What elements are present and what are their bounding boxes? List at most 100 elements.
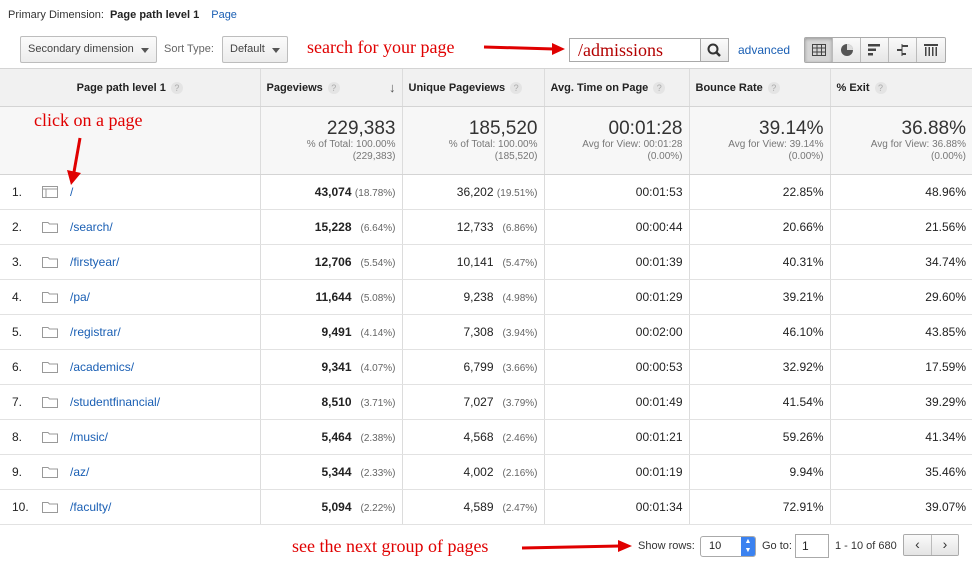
page-icon [42, 186, 58, 198]
table-search-input[interactable]: /admissions [569, 38, 701, 62]
pageviews-cell: 11,644 (5.08%) [259, 279, 402, 315]
avg-time-cell: 00:01:29 [543, 279, 689, 315]
help-icon[interactable]: ? [767, 81, 780, 94]
help-icon[interactable]: ? [874, 81, 887, 94]
pivot-view-button[interactable] [917, 38, 945, 62]
prev-page-button[interactable]: ‹ [904, 535, 931, 555]
avg-time-cell: 00:00:44 [543, 209, 689, 245]
dimension-selected: Page path level 1 [109, 9, 200, 21]
table-row: 8. /music/5,464 (2.38%) 4,568 (2.46%) 00:01:2… [0, 419, 972, 455]
exit-cell: 39.29% [829, 384, 972, 420]
exit-cell: 21.56% [829, 209, 972, 245]
folder-icon [42, 292, 58, 303]
help-icon[interactable]: ? [327, 81, 340, 94]
search-button[interactable] [700, 38, 729, 62]
row-icon[interactable] [42, 221, 58, 236]
row-icon[interactable] [42, 466, 58, 481]
unique-pageviews-cell: 4,002 (2.16%) [401, 454, 544, 490]
goto-page-input[interactable]: 1 [795, 534, 829, 558]
header-avg-time[interactable]: Avg. Time on Page? [543, 68, 689, 107]
row-icon[interactable] [42, 291, 58, 306]
pie-view-button[interactable] [833, 38, 861, 62]
unique-pageviews-cell: 12,733 (6.86%) [401, 209, 544, 245]
page-path-link[interactable]: /az/ [70, 465, 89, 479]
show-rows-select[interactable]: 10 ▲ ▼ [700, 536, 756, 557]
page-path-link[interactable]: /academics/ [70, 360, 134, 374]
sort-type-label: Sort Type: [164, 43, 214, 55]
performance-view-button[interactable] [861, 38, 889, 62]
total-caption: (0.00%) [930, 151, 966, 162]
header-page-path[interactable]: Page path level 1? [0, 68, 260, 107]
next-page-button[interactable]: › [931, 535, 958, 555]
folder-icon [42, 397, 58, 408]
total-value: 39.14% [759, 118, 824, 139]
page-path-link[interactable]: / [70, 185, 73, 199]
row-icon[interactable] [42, 396, 58, 411]
sort-type-dropdown[interactable]: Default [222, 36, 288, 63]
unique-pageviews-percent: (3.79%) [502, 398, 538, 409]
header-bounce-rate[interactable]: Bounce Rate? [688, 68, 830, 107]
page-path-link[interactable]: /pa/ [70, 290, 90, 304]
unique-pageviews-percent: (3.66%) [502, 363, 538, 374]
row-icon[interactable] [42, 256, 58, 271]
header-label: Avg. Time on Page [550, 81, 649, 94]
pageviews-percent: (2.33%) [360, 468, 396, 479]
stepper-icon: ▲ ▼ [741, 537, 755, 556]
bounce-rate-cell: 46.10% [688, 314, 830, 350]
goto-label: Go to: [762, 540, 792, 552]
pageviews-cell: 5,094 (2.22%) [259, 489, 402, 525]
totals-row: 229,383% of Total: 100.00% (229,383) 185,… [0, 106, 972, 175]
pagination: ‹ › [903, 534, 959, 556]
header-pageviews[interactable]: Pageviews? ↓ [259, 68, 402, 107]
page-path-link[interactable]: /music/ [70, 430, 108, 444]
pageviews-percent: (2.38%) [360, 433, 396, 444]
data-table: Page path level 1? Pageviews? ↓ Unique Pa… [0, 68, 972, 525]
primary-dimension-label: Primary Dimension: [8, 9, 104, 21]
header-exit[interactable]: % Exit? [829, 68, 972, 107]
pageviews-value: 5,344 [321, 465, 352, 479]
table-row: 9./az/5,344 (2.33%) 4,002 (2.16%) 00:01:19 9.… [0, 454, 972, 490]
page-path-cell: 8. /music/ [0, 419, 260, 455]
pivot-icon [924, 44, 938, 56]
annotation-click: click on a page [34, 110, 143, 130]
bounce-rate-cell: 59.26% [688, 419, 830, 455]
pageviews-percent: (5.08%) [360, 293, 396, 304]
unique-pageviews-cell: 9,238 (4.98%) [401, 279, 544, 315]
avg-time-cell: 00:00:53 [543, 349, 689, 385]
page-path-link[interactable]: /faculty/ [70, 500, 111, 514]
comparison-view-button[interactable] [889, 38, 917, 62]
avg-time-cell: 00:01:49 [543, 384, 689, 420]
row-icon[interactable] [42, 361, 58, 376]
help-icon[interactable]: ? [170, 81, 183, 94]
exit-cell: 34.74% [829, 244, 972, 280]
table-view-button[interactable] [805, 38, 833, 62]
pageviews-value: 9,341 [321, 360, 352, 374]
pageviews-percent: (18.78%) [354, 188, 396, 199]
page-path-link[interactable]: /search/ [70, 220, 113, 234]
total-caption: (0.00%) [788, 151, 824, 162]
unique-pageviews-cell: 36,202 (19.51%) [401, 174, 544, 210]
dimension-link-page[interactable]: Page [211, 9, 237, 21]
page-path-link[interactable]: /firstyear/ [70, 255, 119, 269]
row-icon[interactable] [42, 431, 58, 446]
table-row: 4. /pa/11,644 (5.08%) 9,238 (4.98%) 00:01:29 3… [0, 279, 972, 315]
page-path-cell: 2. /search/ [0, 209, 260, 245]
secondary-dimension-dropdown[interactable]: Secondary dimension [20, 36, 157, 63]
help-icon[interactable]: ? [653, 81, 666, 94]
advanced-filter-link[interactable]: advanced [738, 43, 790, 57]
folder-icon [42, 222, 58, 233]
bounce-rate-cell: 9.94% [688, 454, 830, 490]
unique-pageviews-value: 6,799 [463, 360, 494, 374]
bounce-rate-cell: 41.54% [688, 384, 830, 420]
primary-dimension-bar: Primary Dimension: Page path level 1 Page [8, 9, 237, 21]
row-icon[interactable] [42, 501, 58, 516]
header-unique-pageviews[interactable]: Unique Pageviews? [401, 68, 544, 107]
help-icon[interactable]: ? [510, 81, 523, 94]
page-path-link[interactable]: /studentfinancial/ [70, 395, 160, 409]
row-icon[interactable] [42, 326, 58, 341]
page-path-link[interactable]: /registrar/ [70, 325, 121, 339]
row-icon[interactable] [42, 186, 58, 201]
pageviews-value: 8,510 [321, 395, 352, 409]
row-number: 10. [12, 500, 29, 514]
total-value: 229,383 [326, 118, 396, 139]
